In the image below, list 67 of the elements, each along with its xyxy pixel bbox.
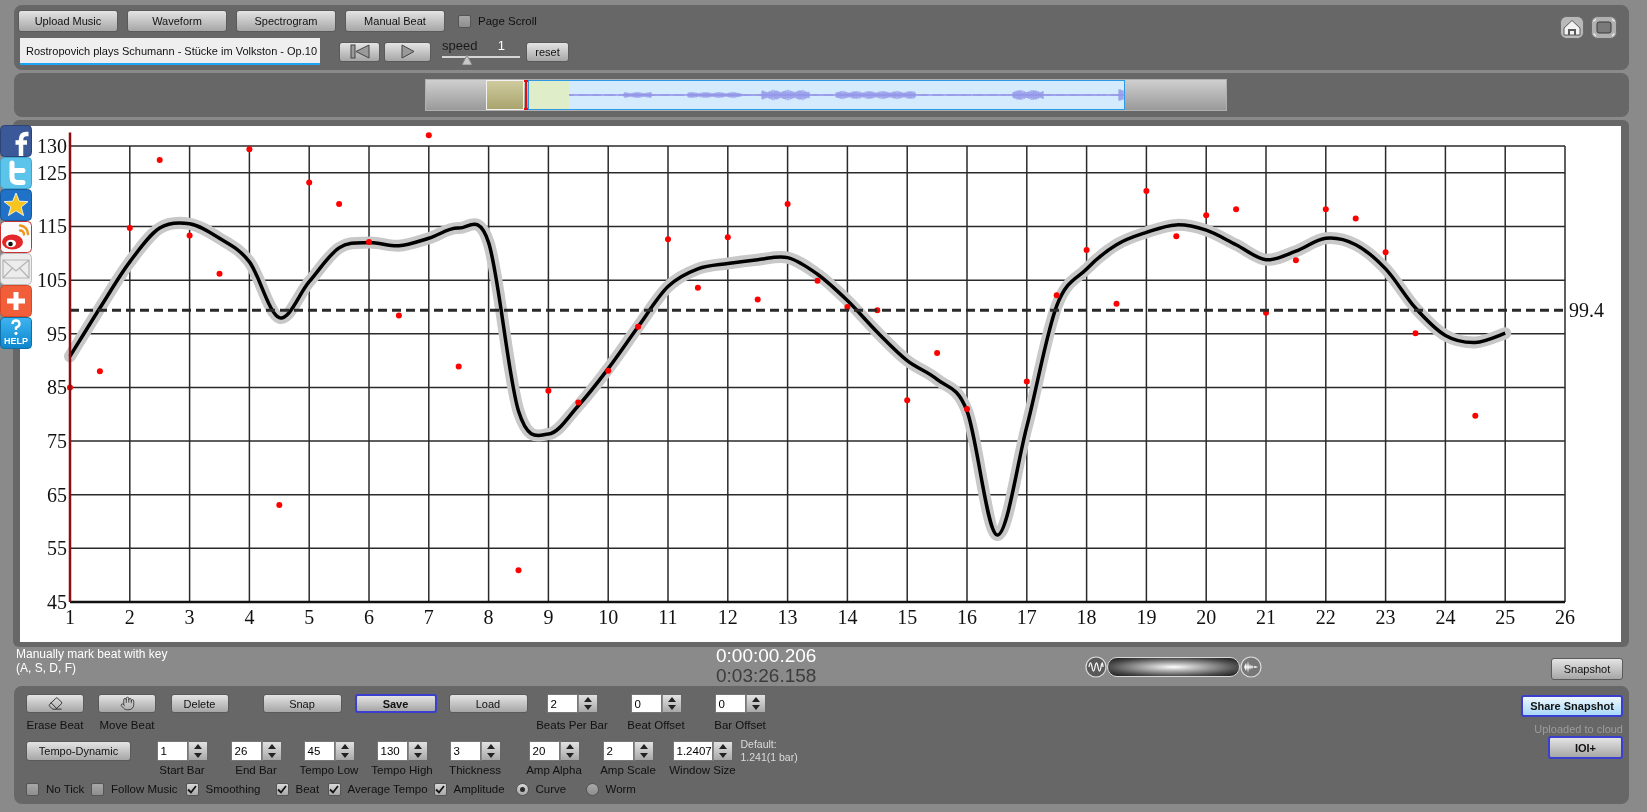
field-label: Thickness bbox=[449, 764, 501, 776]
checkbox-label: Follow Music bbox=[111, 782, 178, 796]
x-tick-label: 7 bbox=[423, 606, 434, 628]
y-tick-label: 65 bbox=[47, 483, 67, 506]
y-tick-label: 85 bbox=[47, 376, 67, 399]
x-tick-label: 14 bbox=[837, 606, 858, 628]
tool-label: Erase Beat bbox=[26, 719, 84, 731]
x-tick-label: 17 bbox=[1016, 606, 1037, 628]
y-tick-label: 130 bbox=[37, 135, 67, 157]
checkbox-label: Amplitude bbox=[453, 782, 505, 796]
x-tick-label: 15 bbox=[897, 606, 918, 628]
radio-label: Worm bbox=[605, 782, 636, 796]
x-tick-label: 26 bbox=[1555, 606, 1575, 628]
hint-text: (A, S, D, F) bbox=[16, 661, 77, 675]
x-tick-label: 18 bbox=[1076, 606, 1097, 628]
x-tick-label: 12 bbox=[717, 606, 738, 628]
field-label: Bar Offset bbox=[714, 719, 766, 731]
field-label: Tempo Low bbox=[299, 764, 359, 776]
y-tick-label: 115 bbox=[37, 215, 67, 238]
y-tick-label: 95 bbox=[47, 322, 67, 345]
x-tick-label: 22 bbox=[1315, 606, 1336, 628]
y-tick-label: 75 bbox=[47, 430, 67, 453]
checkbox-label: Page Scroll bbox=[478, 14, 537, 28]
duration-time: 0:03:26.158 bbox=[716, 666, 818, 686]
checkbox-label: No Tick bbox=[46, 782, 85, 796]
x-tick-label: 11 bbox=[658, 606, 678, 628]
position-time: 0:00:00.206 bbox=[716, 646, 818, 666]
y-tick-label: 45 bbox=[47, 591, 67, 613]
x-tick-label: 19 bbox=[1136, 606, 1157, 628]
field-label: Amp Scale bbox=[600, 764, 656, 776]
x-tick-label: 9 bbox=[543, 606, 554, 628]
x-tick-label: 5 bbox=[304, 606, 315, 628]
y-tick-label: 105 bbox=[37, 269, 67, 292]
x-tick-label: 4 bbox=[244, 606, 255, 628]
checkbox-label: Beat bbox=[295, 782, 320, 796]
radio-label: Curve bbox=[535, 782, 567, 796]
x-tick-label: 23 bbox=[1375, 606, 1396, 628]
checkbox-label: Smoothing bbox=[205, 782, 261, 796]
field-label: Start Bar bbox=[159, 764, 205, 776]
x-tick-label: 1 bbox=[65, 606, 75, 628]
x-tick-label: 16 bbox=[957, 606, 977, 628]
y-tick-label: 55 bbox=[47, 537, 67, 560]
y-tick-label: 125 bbox=[37, 161, 67, 184]
checkbox-label: Average Tempo bbox=[347, 782, 428, 796]
x-tick-label: 13 bbox=[777, 606, 798, 628]
default-note: Default: bbox=[740, 738, 778, 751]
x-tick-label: 24 bbox=[1435, 606, 1456, 628]
average-tempo-label: 99.4 bbox=[1569, 299, 1604, 322]
x-tick-label: 25 bbox=[1495, 606, 1516, 628]
speed-value: 1 bbox=[497, 39, 505, 53]
x-tick-label: 3 bbox=[184, 606, 195, 628]
field-label: End Bar bbox=[235, 764, 277, 776]
x-tick-label: 21 bbox=[1256, 606, 1276, 628]
x-tick-label: 10 bbox=[598, 606, 619, 628]
x-tick-label: 6 bbox=[364, 606, 374, 628]
field-label: Window Size bbox=[669, 764, 736, 776]
x-tick-label: 20 bbox=[1196, 606, 1217, 628]
speed-label: speed bbox=[442, 39, 478, 53]
default-note: 1.241(1 bar) bbox=[740, 751, 798, 764]
x-tick-label: 2 bbox=[124, 606, 135, 628]
field-label: Beat Offset bbox=[627, 719, 685, 731]
tool-label: Move Beat bbox=[99, 719, 155, 731]
field-label: Tempo High bbox=[371, 764, 433, 776]
field-label: Beats Per Bar bbox=[536, 719, 608, 731]
x-tick-label: 8 bbox=[483, 606, 494, 628]
hint-text: Manually mark beat with key bbox=[16, 647, 169, 661]
field-label: Amp Alpha bbox=[526, 764, 582, 776]
